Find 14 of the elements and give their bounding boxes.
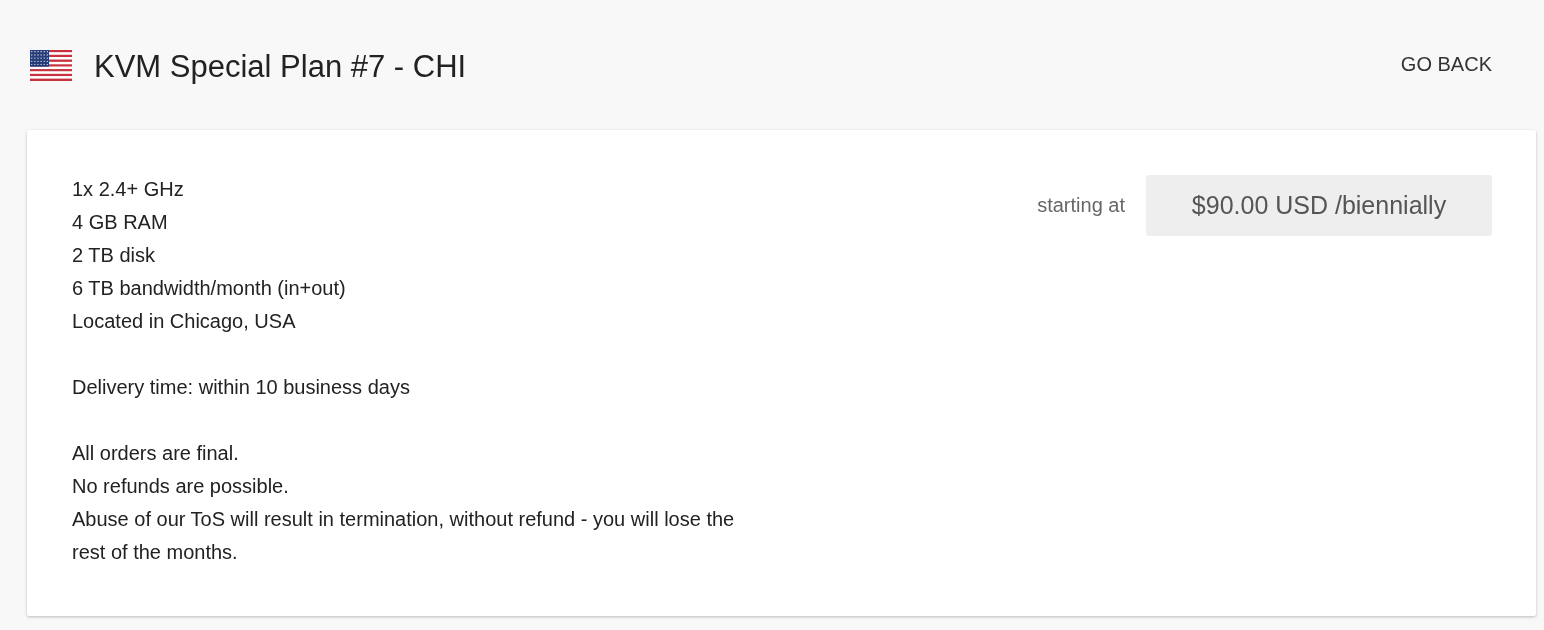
plan-detail-text: Located in Chicago, USA bbox=[72, 309, 297, 334]
plan-detail-text: 4 GB RAM bbox=[72, 210, 169, 235]
plan-detail-text: All orders are final. bbox=[72, 441, 240, 466]
price-label: starting at bbox=[1037, 194, 1125, 217]
price-tag: $90.00 USD /biennially bbox=[1146, 175, 1492, 236]
plan-detail-text: Delivery time: within 10 business days bbox=[72, 375, 411, 400]
plan-detail-text: No refunds are possible. bbox=[72, 474, 290, 499]
plan-detail-text: 6 TB bandwidth/month (in+out) bbox=[72, 276, 347, 301]
plan-detail-text: 1x 2.4+ GHz bbox=[72, 177, 185, 202]
go-back-button[interactable]: GO BACK bbox=[1392, 44, 1514, 84]
flag-icon bbox=[30, 49, 72, 81]
plan-detail-text: Abuse of our ToS will result in termination, without refund - you will lose the rest of the months. bbox=[72, 507, 736, 565]
page-title: KVM Special Plan #7 - CHI bbox=[94, 48, 468, 85]
plan-detail-text: 2 TB disk bbox=[72, 243, 156, 268]
